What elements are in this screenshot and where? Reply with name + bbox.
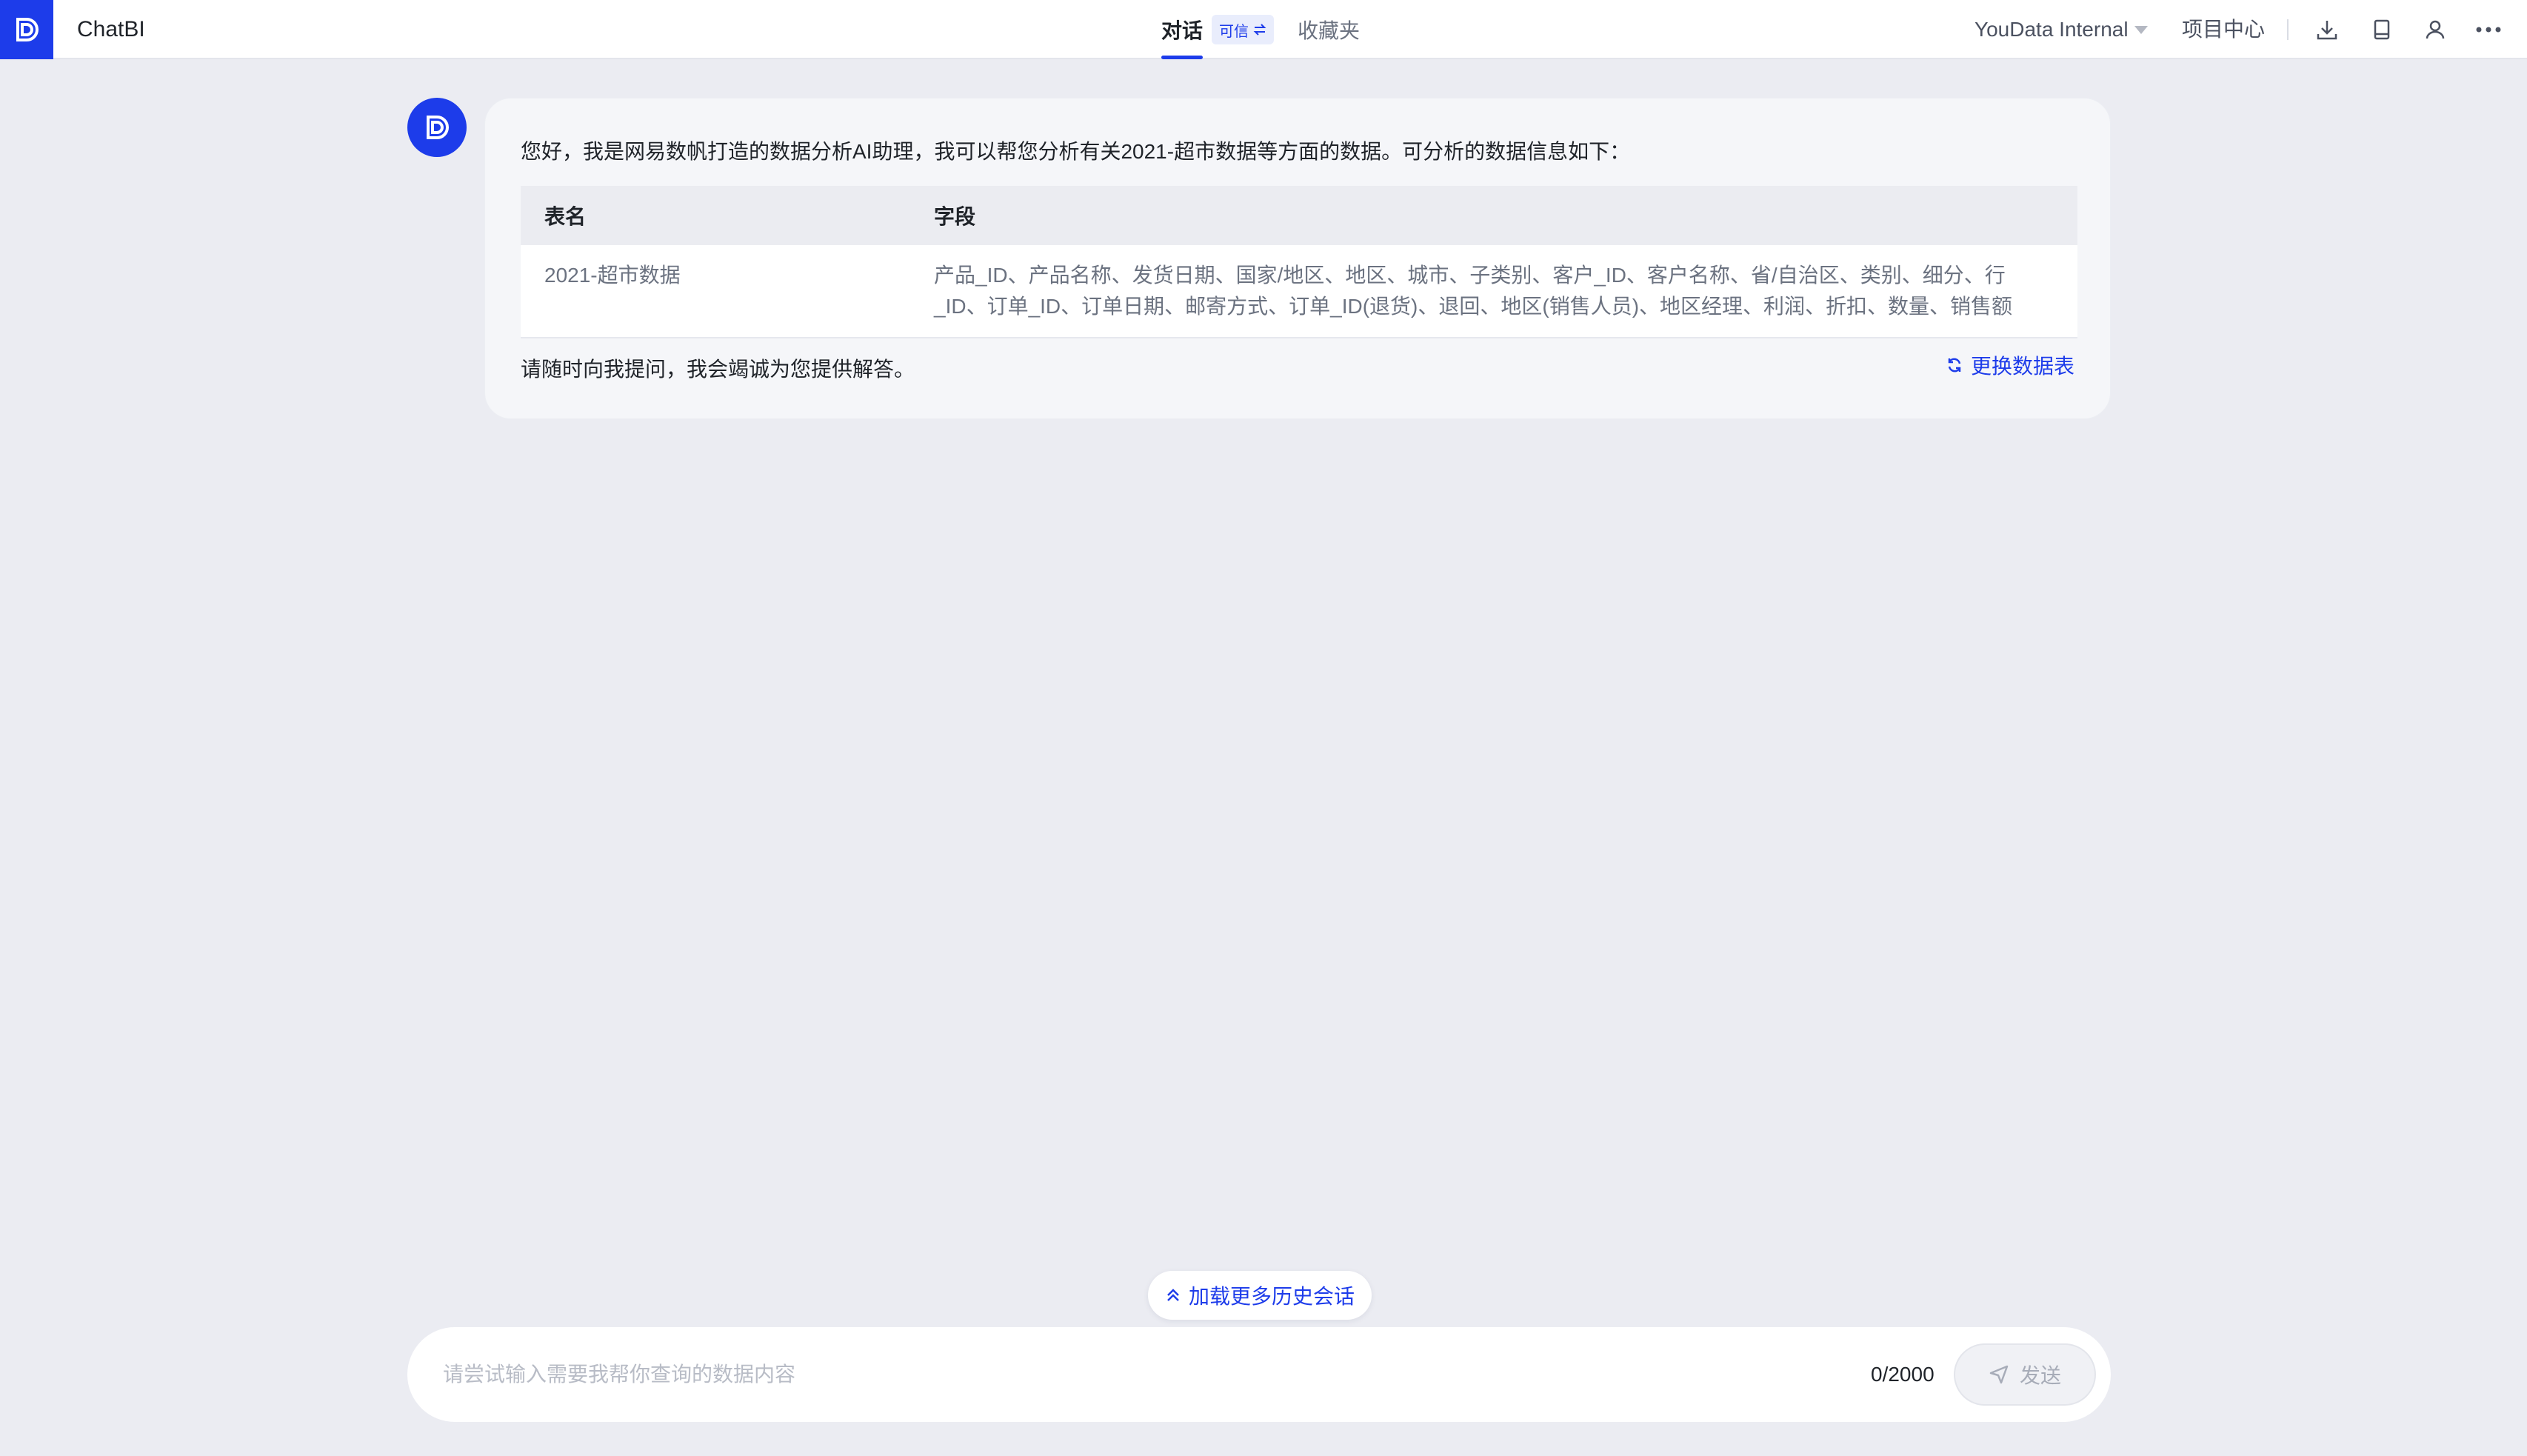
chevron-down-icon xyxy=(2134,25,2148,34)
refresh-icon xyxy=(1948,358,1961,373)
assistant-avatar xyxy=(407,98,467,157)
app-name: ChatBI xyxy=(77,17,145,41)
column-header-fields: 字段 xyxy=(910,186,2077,245)
table-fields-cell: 产品_ID、产品名称、发货日期、国家/地区、地区、城市、子类别、客户_ID、客户… xyxy=(910,245,2077,338)
query-input[interactable] xyxy=(443,1345,1850,1404)
table-row: 2021-超市数据 产品_ID、产品名称、发货日期、国家/地区、地区、城市、子类… xyxy=(521,245,2077,338)
send-label: 发送 xyxy=(2019,1364,2061,1387)
tab-favorites[interactable]: 收藏夹 xyxy=(1298,0,1360,59)
load-more-history-button[interactable]: 加载更多历史会话 xyxy=(1148,1271,1372,1320)
logo-icon xyxy=(16,18,39,41)
dataset-table: 表名 字段 2021-超市数据 产品_ID、产品名称、发货日期、国家/地区、地区… xyxy=(521,186,2077,338)
footer-note: 请随时向我提问，我会竭诚为您提供解答。 xyxy=(521,358,915,381)
tab-chat[interactable]: 对话 xyxy=(1161,0,1204,59)
project-center-link[interactable]: 项目中心 xyxy=(2182,0,2265,59)
load-more-label: 加载更多历史会话 xyxy=(1188,1285,1355,1308)
top-header: ChatBI 对话 可信 收藏夹 YouData Internal 项目中心 xyxy=(0,0,2527,59)
org-select[interactable]: YouData Internal xyxy=(1974,0,2148,59)
trust-badge-label: 可信 xyxy=(1219,23,1249,40)
tab-favorites-label: 收藏夹 xyxy=(1298,19,1361,42)
book-icon[interactable] xyxy=(2366,13,2398,46)
trust-badge[interactable]: 可信 xyxy=(1212,15,1274,44)
swap-icon xyxy=(1253,24,1266,36)
org-name: YouData Internal xyxy=(1974,18,2129,41)
assistant-logo-icon xyxy=(427,116,449,139)
tab-chat-label: 对话 xyxy=(1161,19,1204,42)
download-icon[interactable] xyxy=(2311,13,2343,46)
table-name-cell: 2021-超市数据 xyxy=(521,245,910,338)
user-icon[interactable] xyxy=(2419,13,2451,46)
composer: 0/2000 发送 xyxy=(407,1327,2111,1422)
header-divider xyxy=(2287,19,2289,40)
greeting-text: 您好，我是网易数帆打造的数据分析AI助理，我可以帮您分析有关2021-超市数据等… xyxy=(521,140,1631,163)
column-header-name: 表名 xyxy=(521,186,910,245)
more-icon[interactable] xyxy=(2472,13,2505,46)
switch-table-button[interactable]: 更换数据表 xyxy=(1946,350,2074,380)
app-logo[interactable] xyxy=(0,0,53,59)
table-header-row: 表名 字段 xyxy=(521,186,2077,245)
double-chevron-up-icon xyxy=(1167,1289,1179,1301)
send-icon xyxy=(1989,1365,2009,1384)
switch-table-label: 更换数据表 xyxy=(1970,355,2074,378)
send-button[interactable]: 发送 xyxy=(1954,1343,2096,1406)
assistant-message: 您好，我是网易数帆打造的数据分析AI助理，我可以帮您分析有关2021-超市数据等… xyxy=(484,98,2111,419)
char-count: 0/2000 xyxy=(1871,1363,1935,1386)
